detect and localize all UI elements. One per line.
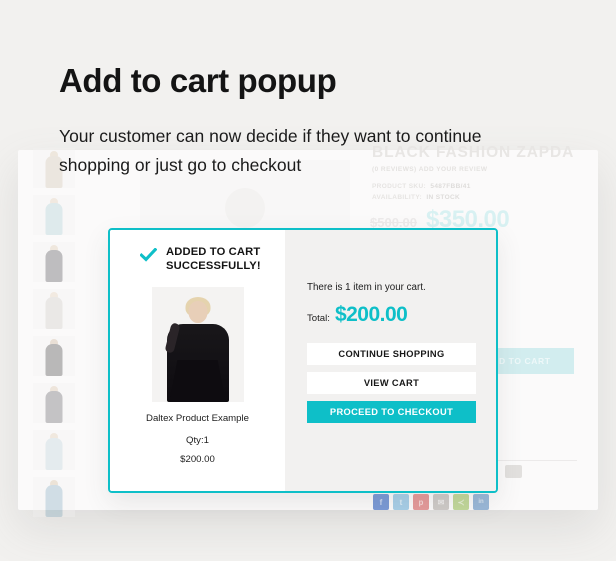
check-icon <box>139 247 158 267</box>
page-subtitle: Your customer can now decide if they wan… <box>59 126 482 175</box>
add-to-cart-popup: ADDED TO CART SUCCESSFULLY! Daltex Produ… <box>108 228 498 493</box>
cart-total-label: Total: <box>307 313 330 324</box>
popup-product-image <box>151 287 244 402</box>
figure-head <box>188 301 207 323</box>
background-thumbnail-column <box>33 148 75 517</box>
share-icon[interactable]: ≺ <box>453 494 469 510</box>
continue-shopping-button[interactable]: CONTINUE SHOPPING <box>307 343 476 365</box>
cart-total-value: $200.00 <box>334 303 408 326</box>
background-availability-label: AVAILABILITY: <box>372 194 423 201</box>
popup-summary-panel: There is 1 item in your cart. Total: $20… <box>285 230 496 491</box>
linkedin-icon[interactable]: in <box>473 494 489 510</box>
facebook-icon[interactable]: f <box>373 494 389 510</box>
screenshot-root: BLACK FASHION ZAPDA (0 REVIEWS) ADD YOUR… <box>0 0 616 561</box>
thumbnail-item[interactable] <box>33 383 75 423</box>
background-social-share-row: f t p ✉ ≺ in <box>373 494 489 510</box>
background-product-meta: PRODUCT SKU: 5487FBB/41 AVAILABILITY: IN… <box>372 181 471 203</box>
popup-product-qty: Qty:1 <box>186 435 209 446</box>
popup-product-price: $200.00 <box>180 454 215 465</box>
success-message-text: ADDED TO CART SUCCESSFULLY! <box>166 246 261 272</box>
cart-total-row: Total: $200.00 <box>307 303 476 327</box>
background-sku-label: PRODUCT SKU: <box>372 183 427 190</box>
cart-item-count-text: There is 1 item in your cart. <box>307 282 426 293</box>
twitter-icon[interactable]: t <box>393 494 409 510</box>
thumbnail-item[interactable] <box>33 336 75 376</box>
thumbnail-item[interactable] <box>33 289 75 329</box>
background-compare-icon[interactable] <box>505 465 522 478</box>
success-message-row: ADDED TO CART SUCCESSFULLY! <box>139 246 275 273</box>
background-figure-head <box>225 188 265 228</box>
background-sku-value: 5487FBB/41 <box>430 183 471 190</box>
thumbnail-item[interactable] <box>33 430 75 470</box>
proceed-to-checkout-button[interactable]: PROCEED TO CHECKOUT <box>307 401 476 423</box>
background-availability-value: IN STOCK <box>426 194 461 201</box>
thumbnail-item[interactable] <box>33 242 75 282</box>
view-cart-button[interactable]: VIEW CART <box>307 372 476 394</box>
thumbnail-item[interactable] <box>33 195 75 235</box>
popup-product-panel: ADDED TO CART SUCCESSFULLY! Daltex Produ… <box>110 230 285 491</box>
pinterest-icon[interactable]: p <box>413 494 429 510</box>
email-icon[interactable]: ✉ <box>433 494 449 510</box>
thumbnail-item[interactable] <box>33 477 75 517</box>
popup-button-stack: CONTINUE SHOPPING VIEW CART PROCEED TO C… <box>307 343 476 423</box>
page-title: Add to cart popup <box>59 62 337 99</box>
popup-product-name: Daltex Product Example <box>146 413 249 424</box>
figure-skirt <box>169 360 226 402</box>
